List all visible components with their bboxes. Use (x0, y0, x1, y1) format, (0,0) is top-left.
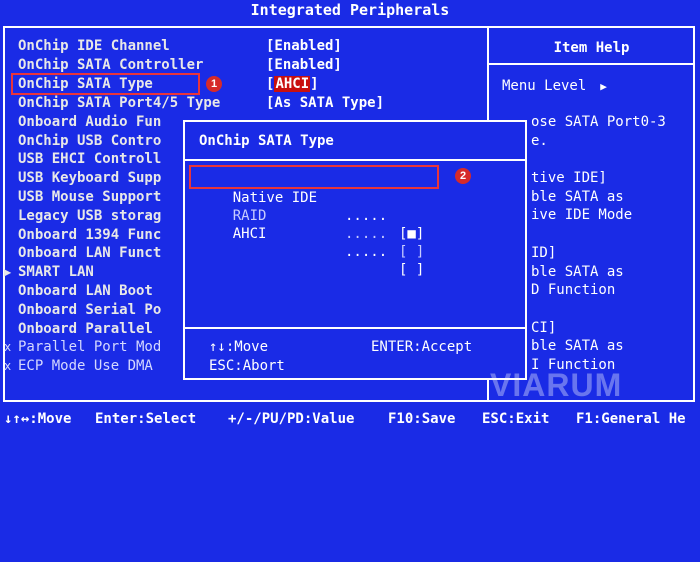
help-line: ble SATA as (531, 338, 624, 355)
watermark-logo: VIARUM (490, 367, 623, 403)
status-enter: Enter:Select (95, 411, 197, 427)
setting-value: [Enabled] (266, 38, 342, 54)
option-ahci[interactable]: AHCI ..... [ ] (199, 207, 425, 297)
option-mark: [ ] (399, 244, 425, 260)
setting-value: [As SATA Type] (266, 95, 385, 111)
setting-label: Parallel Port Mod (18, 339, 162, 355)
submenu-arrow-icon: ▶ (4, 265, 12, 279)
help-line: D Function (531, 282, 616, 299)
help-line (531, 300, 666, 319)
setting-label: Onboard LAN Funct (18, 245, 162, 261)
help-line: e. (531, 132, 548, 149)
help-line: ose SATA Port0-3 (531, 114, 666, 130)
setting-label: OnChip SATA Controller (18, 57, 204, 73)
popup-separator (185, 159, 525, 161)
hint-move: ↑↓:Move (209, 339, 269, 355)
menu-level-label: Menu Level (502, 78, 587, 94)
setting-label: OnChip IDE Channel (18, 38, 170, 54)
option-dots: ..... (345, 208, 388, 224)
help-text: ose SATA Port0-3 e. tive IDE] ble SATA a… (531, 113, 666, 375)
option-dots: ..... (345, 244, 388, 260)
item-help-title: Item Help (553, 40, 630, 56)
setting-label: Onboard 1394 Func (18, 227, 162, 243)
setting-label: Legacy USB storag (18, 208, 162, 224)
popup-separator (185, 327, 525, 329)
setting-label: ECP Mode Use DMA (18, 358, 153, 374)
help-line: ble SATA as (531, 188, 624, 205)
option-dots: ..... (345, 226, 388, 242)
hint-enter: ENTER:Accept (371, 339, 473, 355)
setting-label: USB Mouse Support (18, 189, 162, 205)
annotation-badge-2: 2 (455, 168, 471, 184)
menu-level: Menu Level ▶ (502, 76, 607, 97)
help-line: ive IDE Mode (531, 207, 633, 224)
setting-label: Onboard Serial Po (18, 302, 162, 318)
setting-value: [Enabled] (266, 57, 342, 73)
help-line: CI] (531, 319, 557, 336)
disabled-marker-icon: x (4, 340, 12, 354)
setting-value: [AHCI] (266, 76, 319, 92)
annotation-badge-1: 1 (206, 76, 222, 92)
setting-label: Onboard LAN Boot (18, 283, 153, 299)
arrow-right-icon: ▶ (600, 80, 607, 93)
help-line (531, 150, 666, 169)
help-line: ID] (531, 244, 557, 261)
status-help: F1:General He (576, 411, 686, 427)
setting-label: OnChip USB Contro (18, 133, 162, 149)
setting-label: OnChip SATA Port4/5 Type (18, 95, 221, 111)
option-label: AHCI (232, 226, 267, 242)
annotation-box-2 (189, 165, 439, 189)
status-exit: ESC:Exit (482, 411, 550, 427)
selected-value: AHCI (274, 76, 311, 92)
setting-label: USB EHCI Controll (18, 151, 162, 167)
popup-title: OnChip SATA Type (199, 133, 334, 149)
page-title: Integrated Peripherals (250, 1, 450, 19)
status-bar: ↓↑↔:Move Enter:Select +/-/PU/PD:Value F1… (0, 408, 700, 431)
setting-label: SMART LAN (18, 264, 94, 280)
help-separator (489, 63, 694, 65)
options-popup: OnChip SATA Type Native IDE ..... [■] RA… (183, 120, 527, 380)
option-mark: [■] (399, 226, 425, 242)
annotation-box-1 (11, 73, 200, 95)
status-move: ↓↑↔:Move (4, 411, 72, 427)
setting-label: Onboard Audio Fun (18, 114, 162, 130)
option-mark: [ ] (399, 262, 425, 278)
help-line: ble SATA as (531, 263, 624, 280)
disabled-marker-icon: x (4, 359, 12, 373)
help-line (531, 225, 666, 244)
status-save: F10:Save (388, 411, 456, 427)
help-line: tive IDE] (531, 170, 607, 187)
setting-label: Onboard Parallel (18, 321, 153, 337)
status-value: +/-/PU/PD:Value (228, 411, 355, 427)
setting-label: USB Keyboard Supp (18, 170, 162, 186)
hint-esc: ESC:Abort (209, 358, 285, 374)
